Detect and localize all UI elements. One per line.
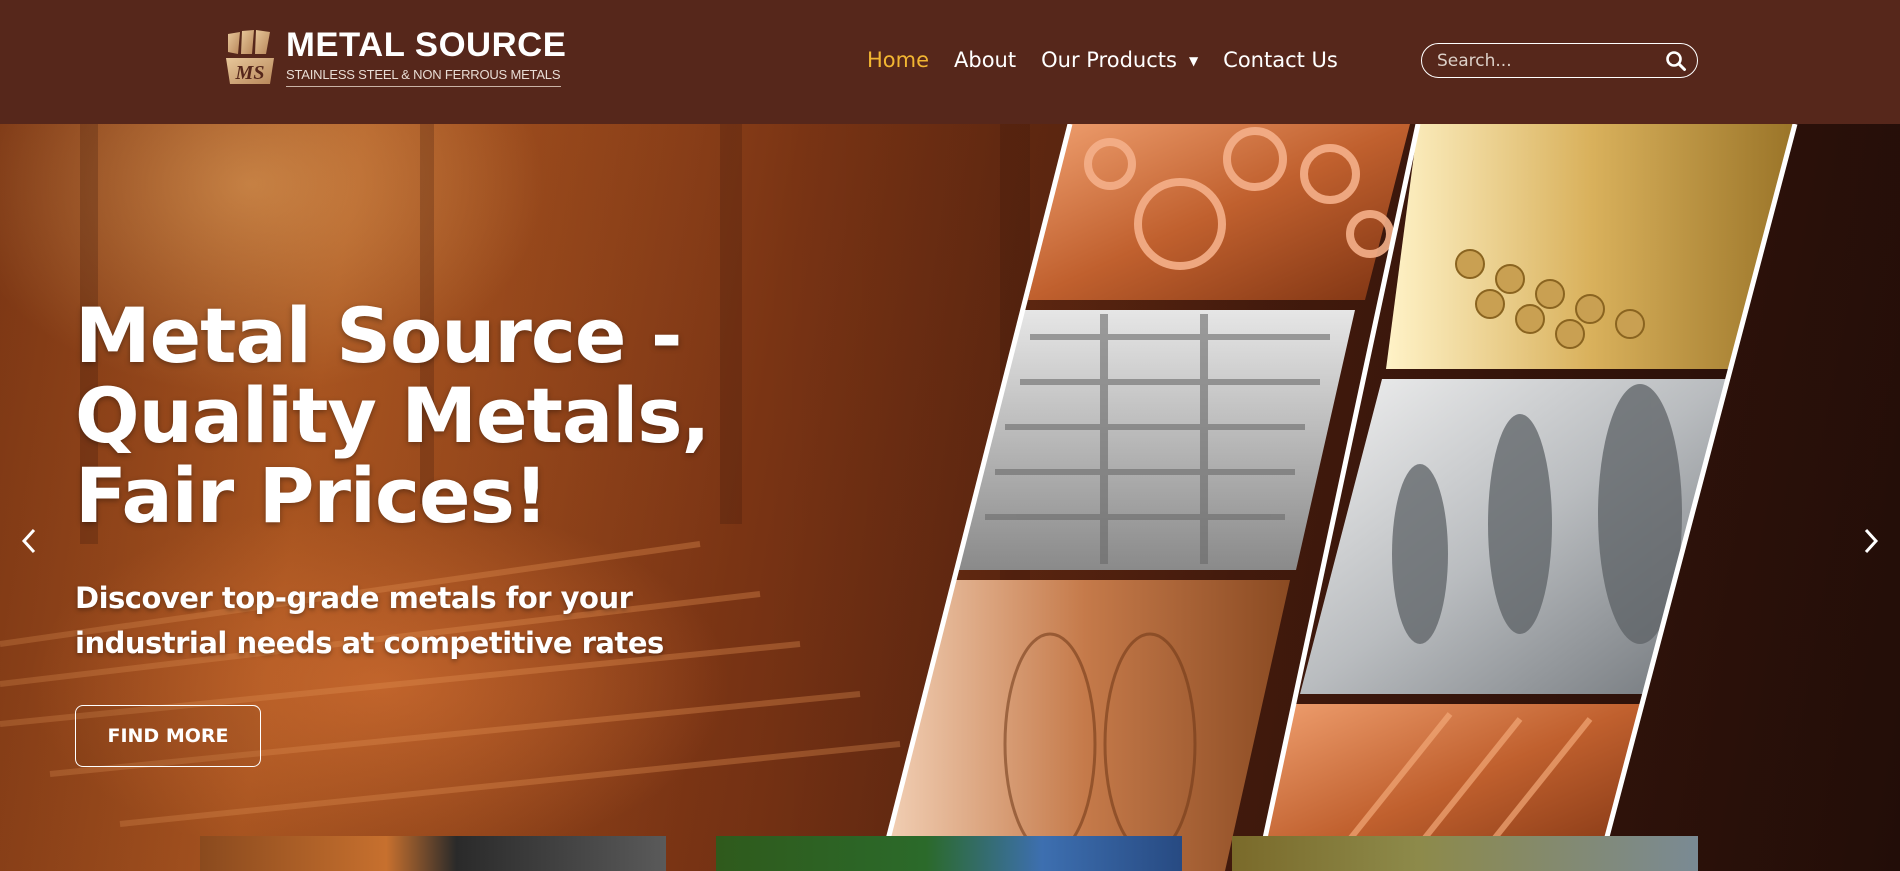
- search-icon[interactable]: [1665, 50, 1687, 72]
- hero-slider: Metal Source - Quality Metals, Fair Pric…: [0, 124, 1900, 871]
- brand-tagline: STAINLESS STEEL & NON FERROUS METALS: [286, 67, 561, 87]
- nav-our-products-label: Our Products: [1041, 48, 1177, 72]
- nav-about[interactable]: About: [954, 48, 1016, 72]
- chevron-right-icon[interactable]: [1856, 516, 1886, 566]
- category-tile[interactable]: [200, 836, 666, 871]
- category-tile[interactable]: [1232, 836, 1698, 871]
- find-more-button[interactable]: FIND MORE: [75, 705, 261, 767]
- search-input[interactable]: [1435, 44, 1659, 78]
- brand-name: METAL SOURCE: [286, 26, 567, 64]
- nav-home[interactable]: Home: [867, 48, 929, 72]
- chevron-left-icon[interactable]: [14, 516, 44, 566]
- category-tiles: [0, 836, 1900, 871]
- logo-icon: MS: [226, 30, 274, 84]
- caret-down-icon: ▼: [1188, 54, 1199, 68]
- hero-subtitle: Discover top-grade metals for your indus…: [75, 581, 664, 660]
- site-header: MS METAL SOURCE STAINLESS STEEL & NON FE…: [0, 0, 1900, 124]
- nav-our-products[interactable]: Our Products ▼: [1041, 48, 1198, 72]
- search-box: [1421, 43, 1698, 78]
- brand-logo[interactable]: MS METAL SOURCE STAINLESS STEEL & NON FE…: [222, 28, 566, 87]
- nav-contact-us[interactable]: Contact Us: [1223, 48, 1338, 72]
- category-tile[interactable]: [716, 836, 1182, 871]
- hero-title: Metal Source - Quality Metals, Fair Pric…: [75, 291, 710, 540]
- main-nav: Home About Our Products ▼ Contact Us: [867, 48, 1363, 72]
- svg-text:MS: MS: [235, 62, 265, 84]
